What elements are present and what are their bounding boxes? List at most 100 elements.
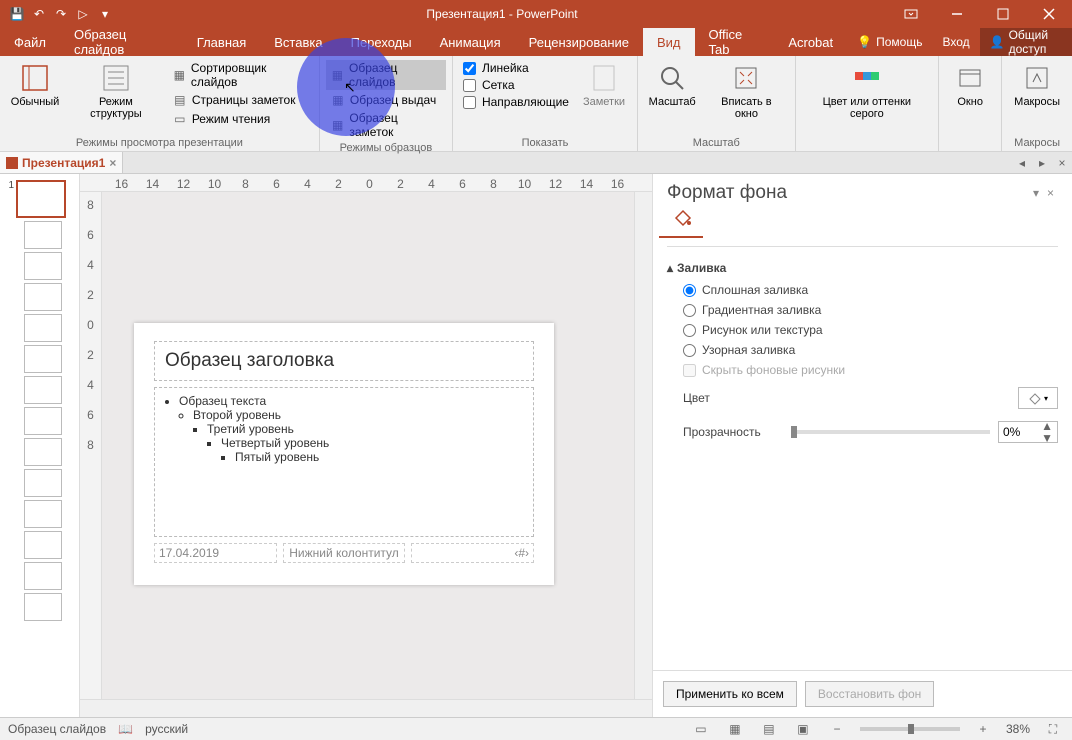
close-tab-icon[interactable]: × [109, 156, 116, 170]
document-tab[interactable]: Презентация1 × [0, 152, 123, 173]
window-button[interactable]: Окно [945, 60, 995, 110]
tab-file[interactable]: Файл [0, 28, 60, 56]
layout-thumbnail[interactable] [24, 314, 62, 342]
gradient-fill-radio[interactable]: Градиентная заливка [683, 303, 1058, 317]
outline-view-button[interactable]: Режим структуры [68, 60, 164, 122]
tab-acrobat[interactable]: Acrobat [774, 28, 847, 56]
layout-thumbnail[interactable] [24, 500, 62, 528]
maximize-button[interactable] [980, 0, 1026, 28]
pattern-fill-radio[interactable]: Узорная заливка [683, 343, 1058, 357]
notes-master-button[interactable]: ▦Образец заметок [326, 110, 446, 140]
tab-slide-master[interactable]: Образец слайдов [60, 28, 183, 56]
apply-all-button[interactable]: Применить ко всем [663, 681, 797, 707]
tab-animations[interactable]: Анимация [426, 28, 515, 56]
tab-office-tab[interactable]: Office Tab [695, 28, 775, 56]
transparency-slider[interactable] [791, 430, 990, 434]
pane-close-icon[interactable]: × [1043, 186, 1058, 200]
color-picker[interactable]: ▾ [1018, 387, 1058, 409]
zoom-value[interactable]: 38% [1006, 722, 1030, 736]
normal-view-icon[interactable]: ▭ [690, 720, 712, 738]
notes-button: Заметки [577, 60, 631, 110]
status-language[interactable]: русский [145, 722, 188, 736]
scroll-left-icon[interactable]: ◂ [1012, 156, 1032, 170]
layout-thumbnail[interactable] [24, 438, 62, 466]
reset-background-button[interactable]: Восстановить фон [805, 681, 934, 707]
layout-thumbnail[interactable] [24, 593, 62, 621]
footer-placeholder[interactable]: Нижний колонтитул [283, 543, 406, 563]
grid-checkbox[interactable]: Сетка [459, 77, 573, 93]
horizontal-ruler: 1614121086420246810121416 [80, 174, 652, 192]
layout-thumbnail[interactable] [24, 407, 62, 435]
powerpoint-icon [6, 157, 18, 169]
share-button[interactable]: 👤 Общий доступ [980, 28, 1072, 56]
slidenum-placeholder[interactable]: ‹#› [411, 543, 534, 563]
zoom-out-icon[interactable]: − [826, 720, 848, 738]
fill-tab-icon[interactable] [659, 208, 703, 238]
group-zoom: Масштаб [644, 135, 788, 149]
title-placeholder[interactable]: Образец заголовка [154, 341, 534, 381]
tab-home[interactable]: Главная [183, 28, 260, 56]
zoom-in-icon[interactable]: + [972, 720, 994, 738]
minimize-button[interactable] [934, 0, 980, 28]
thumbnail-panel: 1 [0, 174, 80, 717]
slide-master-button[interactable]: ▦Образец слайдов [326, 60, 446, 90]
qat-redo[interactable]: ↷ [50, 3, 72, 25]
reading-view-icon[interactable]: ▤ [758, 720, 780, 738]
login-button[interactable]: Вход [932, 35, 979, 49]
handout-master-button[interactable]: ▦Образец выдач [326, 91, 446, 109]
vertical-ruler: 864202468 [80, 192, 102, 699]
spellcheck-icon[interactable]: 📖 [118, 722, 133, 736]
transparency-value[interactable]: 0%▲▼ [998, 421, 1058, 443]
body-placeholder[interactable]: Образец текста Второй уровень Третий уро… [154, 387, 534, 537]
normal-view-button[interactable]: Обычный [6, 60, 64, 110]
reading-view-button[interactable]: ▭Режим чтения [168, 110, 313, 128]
vertical-scrollbar[interactable] [634, 192, 652, 699]
status-view: Образец слайдов [8, 722, 106, 736]
qat-undo[interactable]: ↶ [28, 3, 50, 25]
help-button[interactable]: 💡 Помощь [847, 35, 932, 49]
tab-transitions[interactable]: Переходы [337, 28, 426, 56]
group-presentation-views: Режимы просмотра презентации [6, 135, 313, 149]
master-thumbnail[interactable] [16, 180, 66, 218]
color-grayscale-button[interactable]: Цвет или оттенки серого [802, 60, 933, 122]
layout-thumbnail[interactable] [24, 283, 62, 311]
tab-insert[interactable]: Вставка [260, 28, 336, 56]
close-all-icon[interactable]: × [1052, 156, 1072, 170]
window-title: Презентация1 - PowerPoint [116, 7, 888, 21]
tab-review[interactable]: Рецензирование [515, 28, 643, 56]
guides-checkbox[interactable]: Направляющие [459, 94, 573, 110]
zoom-slider[interactable] [860, 727, 960, 731]
notes-page-button[interactable]: ▤Страницы заметок [168, 91, 313, 109]
layout-thumbnail[interactable] [24, 345, 62, 373]
fit-icon[interactable]: ⛶ [1042, 720, 1064, 738]
horizontal-scrollbar[interactable] [80, 699, 652, 717]
slideshow-view-icon[interactable]: ▣ [792, 720, 814, 738]
ruler-checkbox[interactable]: Линейка [459, 60, 573, 76]
qat-save[interactable]: 💾 [6, 3, 28, 25]
layout-thumbnail[interactable] [24, 469, 62, 497]
scroll-right-icon[interactable]: ▸ [1032, 156, 1052, 170]
layout-thumbnail[interactable] [24, 221, 62, 249]
tab-view[interactable]: Вид [643, 28, 695, 56]
layout-thumbnail[interactable] [24, 531, 62, 559]
layout-thumbnail[interactable] [24, 562, 62, 590]
solid-fill-radio[interactable]: Сплошная заливка [683, 283, 1058, 297]
slide-canvas[interactable]: Образец заголовка Образец текста Второй … [134, 323, 554, 585]
date-placeholder[interactable]: 17.04.2019 [154, 543, 277, 563]
sorter-view-icon[interactable]: ▦ [724, 720, 746, 738]
layout-thumbnail[interactable] [24, 252, 62, 280]
ribbon-options-icon[interactable] [888, 0, 934, 28]
layout-thumbnail[interactable] [24, 376, 62, 404]
transparency-label: Прозрачность [683, 425, 783, 439]
slide-sorter-button[interactable]: ▦Сортировщик слайдов [168, 60, 313, 90]
pane-options-icon[interactable]: ▾ [1029, 186, 1043, 200]
fit-window-button[interactable]: Вписать в окно [704, 60, 788, 122]
format-background-pane: Формат фона ▾ × ▴ Заливка Сплошная залив… [652, 174, 1072, 717]
close-button[interactable] [1026, 0, 1072, 28]
picture-fill-radio[interactable]: Рисунок или текстура [683, 323, 1058, 337]
fill-section-header[interactable]: ▴ Заливка [653, 257, 1072, 279]
qat-slideshow[interactable]: ▷ [72, 3, 94, 25]
qat-more[interactable]: ▾ [94, 3, 116, 25]
zoom-button[interactable]: Масштаб [644, 60, 700, 110]
macros-button[interactable]: Макросы [1008, 60, 1066, 110]
